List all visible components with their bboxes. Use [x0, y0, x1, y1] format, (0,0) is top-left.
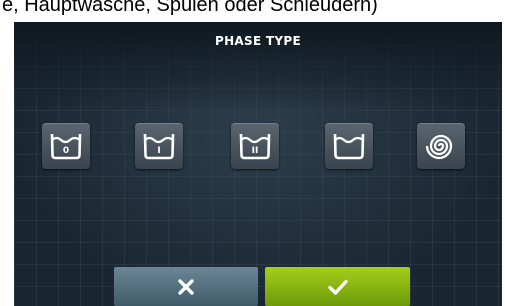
checkmark-icon [327, 279, 348, 295]
prewash-basin-icon: 0 [50, 133, 82, 160]
phase-spin-button[interactable] [417, 123, 465, 169]
page-title: PHASE TYPE [214, 34, 301, 48]
rinse-basin-icon [333, 133, 365, 160]
device-screen: PHASE TYPE 0 I II [14, 22, 502, 306]
spin-spiral-icon [425, 134, 453, 160]
phase-prewash-label: 0 [63, 146, 69, 156]
phase-main-wash-label: I [157, 146, 160, 156]
phase-main-wash-button[interactable]: I [135, 123, 183, 169]
main-wash-basin-icon: I [143, 133, 175, 160]
phase-rinse-button[interactable] [325, 123, 373, 169]
close-icon [178, 278, 194, 295]
caption-text: e, Hauptwäsche, Spülen oder Schleudern) [2, 0, 378, 16]
second-wash-basin-icon: II [239, 133, 271, 160]
confirm-button[interactable] [265, 267, 410, 306]
phase-second-wash-button[interactable]: II [231, 123, 279, 169]
phase-second-wash-label: II [252, 146, 259, 156]
cancel-button[interactable] [114, 267, 258, 306]
phase-prewash-button[interactable]: 0 [42, 123, 90, 169]
caption-strip: e, Hauptwäsche, Spülen oder Schleudern) [0, 0, 505, 22]
